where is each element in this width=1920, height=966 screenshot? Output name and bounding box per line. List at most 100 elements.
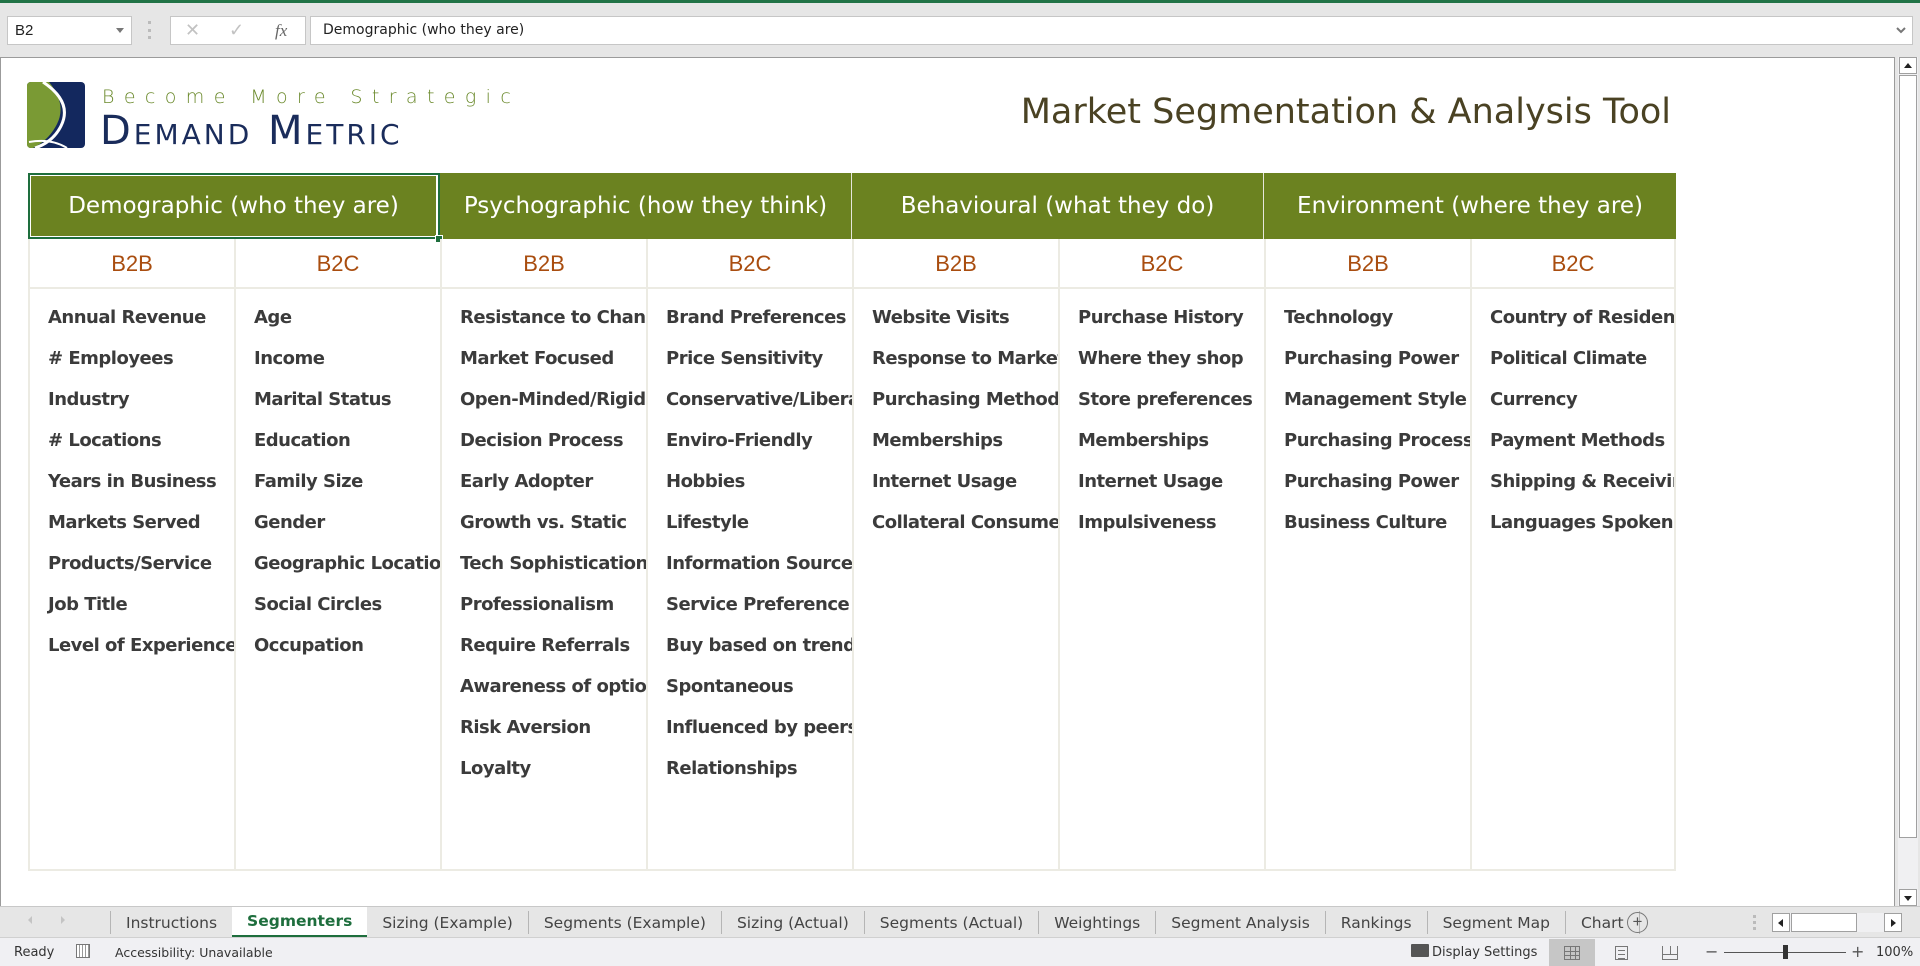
segment-item[interactable]: Age — [236, 297, 440, 338]
segment-item[interactable]: Purchasing Process — [1266, 420, 1470, 461]
zoom-in-button[interactable]: + — [1851, 942, 1864, 961]
segment-item[interactable]: Years in Business — [30, 461, 234, 502]
segment-item[interactable]: Job Title — [30, 584, 234, 625]
segment-item[interactable]: Memberships — [1060, 420, 1264, 461]
segment-item[interactable]: Tech Sophistication — [442, 543, 646, 584]
sheet-tab-instructions[interactable]: Instructions — [110, 911, 232, 934]
segment-item[interactable]: Purchase History — [1060, 297, 1264, 338]
sheet-tab-sizing-actual[interactable]: Sizing (Actual) — [720, 911, 864, 934]
segment-type-label[interactable]: B2B — [442, 239, 646, 289]
segment-item[interactable]: Purchasing Power — [1266, 338, 1470, 379]
add-sheet-button[interactable]: + — [1627, 912, 1648, 933]
page-layout-view-button[interactable] — [1598, 939, 1644, 966]
segment-item[interactable]: Marital Status — [236, 379, 440, 420]
segment-item[interactable]: Political Climate — [1472, 338, 1674, 379]
hscroll-grip-icon[interactable] — [1753, 915, 1756, 930]
name-box-dropdown-icon[interactable] — [116, 28, 124, 33]
segment-item[interactable]: Education — [236, 420, 440, 461]
segment-type-label[interactable]: B2B — [1266, 239, 1470, 289]
segment-item[interactable]: Open-Minded/Rigid — [442, 379, 646, 420]
segment-item[interactable]: Risk Aversion — [442, 707, 646, 748]
segment-item[interactable]: Payment Methods — [1472, 420, 1674, 461]
segment-item[interactable]: Resistance to Change — [442, 297, 646, 338]
enter-icon[interactable]: ✓ — [229, 20, 244, 41]
segment-item[interactable]: Require Referrals — [442, 625, 646, 666]
segment-item[interactable]: Early Adopter — [442, 461, 646, 502]
segment-item[interactable]: Internet Usage — [854, 461, 1058, 502]
segment-item[interactable]: Buy based on trends — [648, 625, 852, 666]
segment-item[interactable]: Growth vs. Static — [442, 502, 646, 543]
worksheet[interactable]: Become More Strategic Demand Metric Mark… — [0, 57, 1895, 906]
segment-item[interactable]: Influenced by peers — [648, 707, 852, 748]
vertical-scroll-thumb[interactable] — [1899, 75, 1917, 838]
horizontal-scrollbar[interactable] — [1772, 913, 1902, 932]
segment-item[interactable]: Information Sources — [648, 543, 852, 584]
sheet-tab-segments-actual[interactable]: Segments (Actual) — [863, 911, 1038, 934]
segment-item[interactable]: # Locations — [30, 420, 234, 461]
segment-item[interactable]: Brand Preferences — [648, 297, 852, 338]
zoom-out-button[interactable]: − — [1705, 942, 1718, 961]
segment-item[interactable]: Country of Residence — [1472, 297, 1674, 338]
prev-sheet-icon[interactable] — [28, 916, 32, 924]
segment-item[interactable]: Service Preference — [648, 584, 852, 625]
sheet-tab-sizing-example[interactable]: Sizing (Example) — [367, 911, 528, 934]
category-header-behavioural[interactable]: Behavioural (what they do) — [852, 173, 1264, 239]
segment-item[interactable]: Products/Service — [30, 543, 234, 584]
segment-item[interactable]: Market Focused — [442, 338, 646, 379]
scroll-down-button[interactable] — [1899, 889, 1917, 906]
segment-item[interactable]: # Employees — [30, 338, 234, 379]
segment-item[interactable]: Lifestyle — [648, 502, 852, 543]
cancel-icon[interactable]: ✕ — [185, 20, 200, 41]
segment-item[interactable]: Purchasing Methods — [854, 379, 1058, 420]
zoom-slider-thumb[interactable] — [1783, 945, 1788, 959]
segment-item[interactable]: Price Sensitivity — [648, 338, 852, 379]
segment-item[interactable]: Decision Process — [442, 420, 646, 461]
zoom-level[interactable]: 100% — [1876, 945, 1913, 960]
segment-item[interactable]: Relationships — [648, 748, 852, 789]
segment-item[interactable]: Occupation — [236, 625, 440, 666]
next-sheet-icon[interactable] — [61, 916, 65, 924]
segment-item[interactable]: Spontaneous — [648, 666, 852, 707]
segment-item[interactable]: Level of Experience — [30, 625, 234, 666]
segment-item[interactable]: Geographic Location — [236, 543, 440, 584]
segment-type-label[interactable]: B2B — [30, 239, 234, 289]
display-settings-button[interactable]: Display Settings — [1432, 945, 1537, 960]
segment-item[interactable]: Internet Usage — [1060, 461, 1264, 502]
sheet-tab-rankings[interactable]: Rankings — [1324, 911, 1427, 934]
expand-formula-bar-icon[interactable] — [1896, 25, 1906, 35]
segment-item[interactable]: Annual Revenue — [30, 297, 234, 338]
category-header-environment[interactable]: Environment (where they are) — [1264, 173, 1676, 239]
segment-item[interactable]: Shipping & Receiving — [1472, 461, 1674, 502]
scroll-left-button[interactable] — [1772, 913, 1790, 932]
sheet-tab-segment-map[interactable]: Segment Map — [1426, 911, 1565, 934]
sheet-tab-segmenters[interactable]: Segmenters — [232, 907, 368, 938]
segment-type-label[interactable]: B2C — [1472, 239, 1674, 289]
category-header-psychographic[interactable]: Psychographic (how they think) — [440, 173, 852, 239]
segment-item[interactable]: Professionalism — [442, 584, 646, 625]
segment-item[interactable]: Languages Spoken — [1472, 502, 1674, 543]
segment-item[interactable]: Enviro-Friendly — [648, 420, 852, 461]
segment-item[interactable]: Business Culture — [1266, 502, 1470, 543]
segment-item[interactable]: Response to Marketing — [854, 338, 1058, 379]
segment-item[interactable]: Family Size — [236, 461, 440, 502]
segment-item[interactable]: Technology — [1266, 297, 1470, 338]
segment-type-label[interactable]: B2C — [1060, 239, 1264, 289]
segment-item[interactable]: Currency — [1472, 379, 1674, 420]
formula-input[interactable]: Demographic (who they are) — [310, 16, 1913, 45]
segment-type-label[interactable]: B2C — [236, 239, 440, 289]
segment-item[interactable]: Conservative/Liberal — [648, 379, 852, 420]
scroll-up-button[interactable] — [1899, 57, 1917, 74]
segment-item[interactable]: Markets Served — [30, 502, 234, 543]
segment-item[interactable]: Store preferences — [1060, 379, 1264, 420]
segment-item[interactable]: Website Visits — [854, 297, 1058, 338]
name-box[interactable]: B2 — [7, 16, 132, 45]
segment-item[interactable]: Gender — [236, 502, 440, 543]
insert-function-icon[interactable]: fx — [275, 21, 287, 41]
sheet-tab-weightings[interactable]: Weightings — [1038, 911, 1155, 934]
normal-view-button[interactable] — [1549, 939, 1595, 966]
segment-type-label[interactable]: B2B — [854, 239, 1058, 289]
segment-item[interactable]: Collateral Consumed — [854, 502, 1058, 543]
scroll-right-button[interactable] — [1884, 913, 1902, 932]
segment-item[interactable]: Social Circles — [236, 584, 440, 625]
accessibility-status[interactable]: Accessibility: Unavailable — [115, 945, 273, 960]
